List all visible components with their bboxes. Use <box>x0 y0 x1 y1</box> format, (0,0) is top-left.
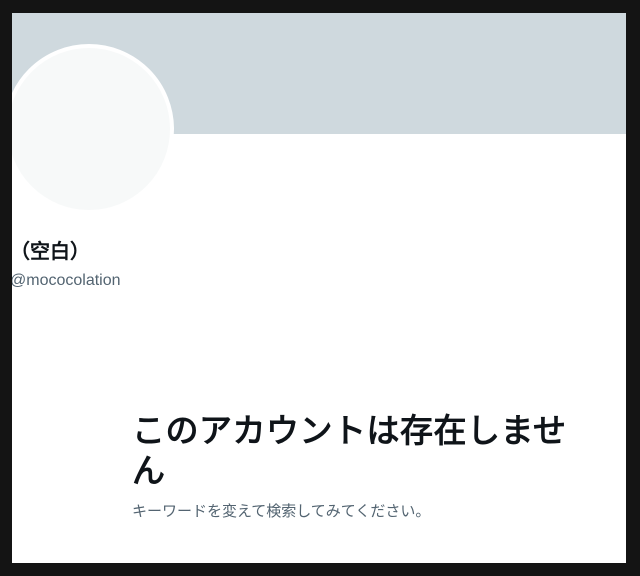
profile-page: （空白） @mococolation このアカウントは存在しません キーワードを… <box>12 13 626 563</box>
empty-state-title: このアカウントは存在しません <box>132 411 567 490</box>
profile-handle: @mococolation <box>12 272 121 289</box>
empty-state: このアカウントは存在しません キーワードを変えて検索してみてください。 <box>132 411 572 521</box>
avatar <box>12 44 174 214</box>
profile-display-name: （空白） <box>12 239 90 263</box>
empty-state-subtitle: キーワードを変えて検索してみてください。 <box>132 502 431 520</box>
